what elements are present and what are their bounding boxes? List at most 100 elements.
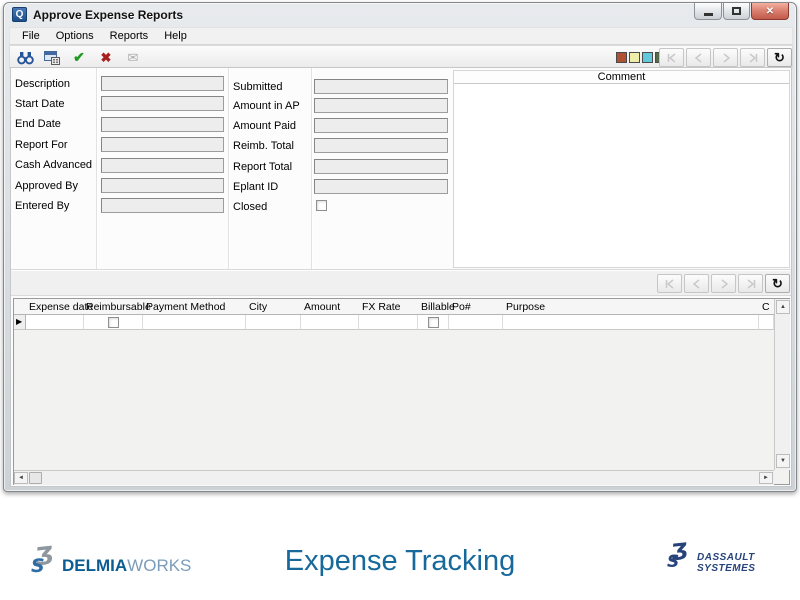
comment-header: Comment	[454, 71, 789, 84]
minimize-icon	[704, 13, 713, 16]
x-icon: ✖	[101, 50, 112, 66]
cash-advanced-input[interactable]	[101, 158, 224, 173]
nav-first-button[interactable]	[657, 274, 682, 293]
refresh-icon: ↻	[772, 277, 783, 290]
cell-purpose[interactable]	[503, 315, 759, 330]
scroll-right-button[interactable]: ►	[759, 472, 773, 484]
col-city[interactable]: City	[249, 301, 267, 313]
eplant-id-input[interactable]	[314, 179, 448, 194]
nav-next-button[interactable]	[711, 274, 736, 293]
col-billable[interactable]: Billable	[421, 301, 455, 313]
col-payment-method[interactable]: Payment Method	[146, 301, 225, 313]
scroll-left-button[interactable]: ◄	[14, 472, 28, 484]
cell-billable[interactable]	[418, 315, 449, 330]
header-form: Description Start Date End Date Report F…	[11, 68, 791, 270]
reimb-total-input[interactable]	[314, 138, 448, 153]
refresh-button[interactable]: ↻	[765, 274, 790, 293]
nav-last-button[interactable]	[738, 274, 763, 293]
report-button[interactable]	[43, 49, 61, 67]
nav-last-button[interactable]	[740, 48, 765, 67]
cell-reimbursable[interactable]	[84, 315, 143, 330]
col-reimbursable[interactable]: Reimbursable	[86, 301, 151, 313]
description-input[interactable]	[101, 76, 224, 91]
grid-horizontal-scrollbar[interactable]: ◄ ►	[14, 470, 774, 485]
title-bar[interactable]: Q Approve Expense Reports ✕	[4, 3, 796, 27]
cell-payment-method[interactable]	[143, 315, 246, 330]
last-record-icon	[745, 279, 757, 289]
panel-separator	[228, 68, 229, 269]
billable-checkbox[interactable]	[428, 317, 439, 328]
email-button[interactable]: ✉	[124, 49, 142, 67]
nav-prior-button[interactable]	[684, 274, 709, 293]
find-button[interactable]	[16, 49, 34, 67]
panel-separator	[96, 68, 97, 269]
legend-cyan-swatch	[642, 52, 653, 63]
cell-city[interactable]	[246, 315, 301, 330]
dassault-systemes-logo: Ʒ S DASSAULT SYSTEMES	[666, 542, 755, 578]
col-purpose[interactable]: Purpose	[506, 301, 545, 313]
entered-by-label: Entered By	[15, 200, 69, 212]
swoosh-s: S	[31, 555, 45, 577]
maximize-icon	[732, 7, 741, 15]
col-po[interactable]: Po#	[452, 301, 471, 313]
minimize-button[interactable]	[694, 3, 722, 20]
cell-amount[interactable]	[301, 315, 359, 330]
next-record-icon	[720, 53, 732, 63]
nav-first-button[interactable]	[659, 48, 684, 67]
reject-button[interactable]: ✖	[97, 49, 115, 67]
cell-expense-date[interactable]	[26, 315, 84, 330]
report-for-input[interactable]	[101, 137, 224, 152]
first-record-icon	[664, 279, 676, 289]
grid-vertical-scrollbar[interactable]: ▲ ▼	[774, 299, 790, 470]
swoosh-s: S	[667, 552, 679, 572]
check-icon: ✔	[73, 49, 85, 66]
ds-line1: DASSAULT	[697, 552, 755, 563]
submitted-input[interactable]	[314, 79, 448, 94]
cell-po[interactable]	[449, 315, 503, 330]
menu-help[interactable]: Help	[156, 28, 195, 44]
grid-row[interactable]: ▶	[14, 315, 774, 330]
approved-by-input[interactable]	[101, 178, 224, 193]
menu-reports[interactable]: Reports	[102, 28, 157, 44]
reimbursable-checkbox[interactable]	[108, 317, 119, 328]
maximize-button[interactable]	[723, 3, 750, 20]
end-date-input[interactable]	[101, 117, 224, 132]
amount-in-ap-input[interactable]	[314, 98, 448, 113]
3ds-swoosh-icon: Ʒ S	[666, 542, 696, 578]
col-amount[interactable]: Amount	[304, 301, 340, 313]
start-date-label: Start Date	[15, 98, 65, 110]
cell-fx-rate[interactable]	[359, 315, 418, 330]
scroll-up-button[interactable]: ▲	[776, 300, 790, 314]
envelope-icon: ✉	[128, 50, 139, 66]
menu-file[interactable]: File	[14, 28, 48, 44]
hscroll-thumb[interactable]	[29, 472, 42, 484]
refresh-button[interactable]: ↻	[767, 48, 792, 67]
col-expense-date[interactable]: Expense date	[29, 301, 93, 313]
client-area: Description Start Date End Date Report F…	[10, 67, 792, 487]
first-record-icon	[666, 53, 678, 63]
amount-paid-input[interactable]	[314, 118, 448, 133]
approved-by-label: Approved By	[15, 180, 78, 192]
works-suffix: WORKS	[127, 556, 191, 575]
row-selector-cell[interactable]: ▶	[14, 315, 26, 330]
menu-options[interactable]: Options	[48, 28, 102, 44]
nav-prior-button[interactable]	[686, 48, 711, 67]
entered-by-input[interactable]	[101, 198, 224, 213]
approve-button[interactable]: ✔	[70, 49, 88, 67]
col-clipped[interactable]: C	[762, 301, 770, 313]
closed-checkbox[interactable]	[316, 200, 327, 211]
report-total-input[interactable]	[314, 159, 448, 174]
app-icon: Q	[12, 7, 27, 22]
expense-lines-grid: Expense date Reimbursable Payment Method…	[13, 298, 790, 485]
legend-red-swatch	[616, 52, 627, 63]
close-button[interactable]: ✕	[751, 3, 789, 20]
cell-clipped[interactable]	[759, 315, 774, 330]
window-controls: ✕	[693, 3, 789, 20]
comment-panel: Comment	[453, 70, 790, 268]
nav-next-button[interactable]	[713, 48, 738, 67]
scroll-down-button[interactable]: ▼	[776, 454, 790, 468]
col-fx-rate[interactable]: FX Rate	[362, 301, 401, 313]
comment-textarea[interactable]	[454, 84, 789, 267]
start-date-input[interactable]	[101, 96, 224, 111]
legend-yellow-swatch	[629, 52, 640, 63]
